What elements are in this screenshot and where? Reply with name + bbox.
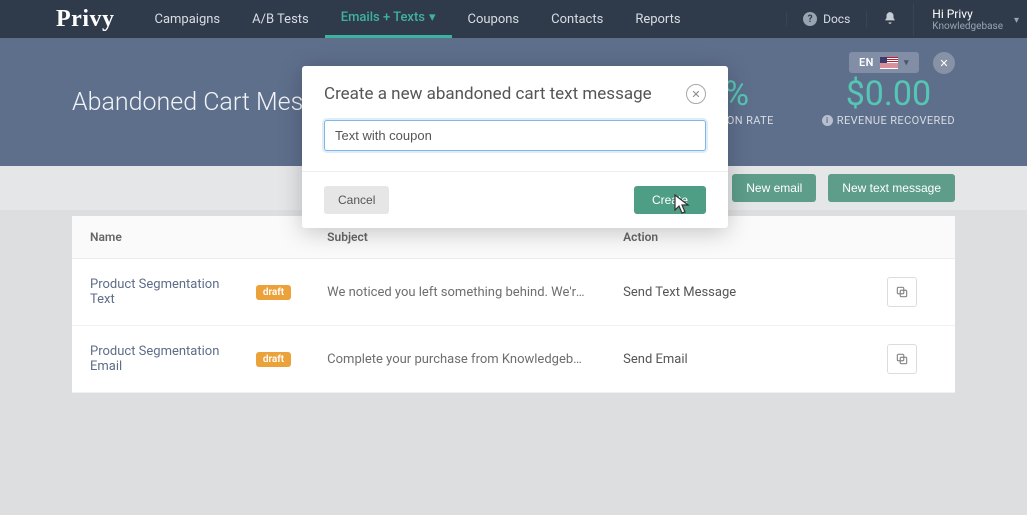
user-org: Knowledgebase — [932, 21, 1003, 32]
caret-down-icon: ▾ — [429, 10, 436, 25]
row-subject: Complete your purchase from Knowledgebas… — [327, 352, 587, 367]
caret-down-icon: ▾ — [1014, 15, 1019, 26]
nav-coupons[interactable]: Coupons — [452, 0, 536, 38]
top-nav: Privy Campaigns A/B Tests Emails + Texts… — [0, 0, 1027, 38]
user-greeting: Hi Privy — [932, 7, 1003, 21]
col-header-controls — [850, 216, 955, 259]
help-icon: ? — [803, 12, 817, 26]
nav-campaigns[interactable]: Campaigns — [138, 0, 236, 38]
language-selector[interactable]: EN ▾ — [849, 52, 919, 73]
nav-emails-texts[interactable]: Emails + Texts ▾ — [325, 0, 452, 38]
cancel-button[interactable]: Cancel — [324, 186, 389, 214]
create-button-label: Create — [652, 193, 688, 207]
copy-icon — [895, 285, 909, 299]
status-badge: draft — [256, 352, 291, 367]
table-row[interactable]: Product Segmentation Text draft We notic… — [72, 259, 955, 326]
caret-down-icon: ▾ — [904, 58, 909, 68]
messages-table: Name Subject Action Product Segmentation… — [72, 216, 955, 393]
stat-label: i REVENUE RECOVERED — [822, 114, 955, 127]
new-email-button[interactable]: New email — [732, 174, 816, 202]
nav-links: Campaigns A/B Tests Emails + Texts ▾ Cou… — [138, 0, 696, 38]
row-action: Send Text Message — [605, 259, 850, 326]
stat-label-text: REVENUE RECOVERED — [837, 114, 955, 127]
lang-label: EN — [859, 56, 874, 69]
stat-revenue-recovered: $0.00 i REVENUE RECOVERED — [822, 77, 955, 128]
messages-table-panel: Name Subject Action Product Segmentation… — [72, 216, 955, 393]
stat-value: $0.00 — [822, 77, 955, 113]
close-icon: ✕ — [939, 57, 948, 70]
hero-close-button[interactable]: ✕ — [933, 52, 955, 74]
row-action: Send Email — [605, 326, 850, 393]
nav-emails-texts-label: Emails + Texts — [341, 10, 425, 25]
row-name: Product Segmentation Text — [90, 277, 242, 307]
nav-notifications[interactable] — [866, 11, 913, 28]
row-subject: We noticed you left something behind. We… — [327, 285, 587, 300]
nav-user[interactable]: Hi Privy Knowledgebase ▾ — [913, 3, 1027, 36]
close-icon: ✕ — [691, 88, 700, 101]
duplicate-button[interactable] — [887, 344, 917, 374]
bell-icon — [883, 11, 897, 28]
new-text-message-button[interactable]: New text message — [828, 174, 955, 202]
flag-us-icon — [880, 57, 898, 69]
message-name-input[interactable] — [324, 120, 706, 151]
col-header-name[interactable]: Name — [72, 216, 309, 259]
info-icon: i — [822, 115, 833, 126]
modal-title: Create a new abandoned cart text message — [324, 84, 652, 104]
modal-close-button[interactable]: ✕ — [686, 84, 706, 104]
nav-abtests[interactable]: A/B Tests — [236, 0, 325, 38]
nav-docs[interactable]: ? Docs — [786, 12, 866, 26]
brand-logo[interactable]: Privy — [0, 6, 138, 33]
create-text-message-modal: Create a new abandoned cart text message… — [302, 66, 728, 228]
table-row[interactable]: Product Segmentation Email draft Complet… — [72, 326, 955, 393]
status-badge: draft — [256, 285, 291, 300]
row-name: Product Segmentation Email — [90, 344, 242, 374]
create-button[interactable]: Create — [634, 186, 706, 214]
nav-reports[interactable]: Reports — [619, 0, 696, 38]
nav-right: ? Docs Hi Privy Knowledgebase ▾ — [786, 0, 1027, 38]
nav-docs-label: Docs — [823, 12, 850, 26]
duplicate-button[interactable] — [887, 277, 917, 307]
nav-contacts[interactable]: Contacts — [535, 0, 619, 38]
copy-icon — [895, 352, 909, 366]
